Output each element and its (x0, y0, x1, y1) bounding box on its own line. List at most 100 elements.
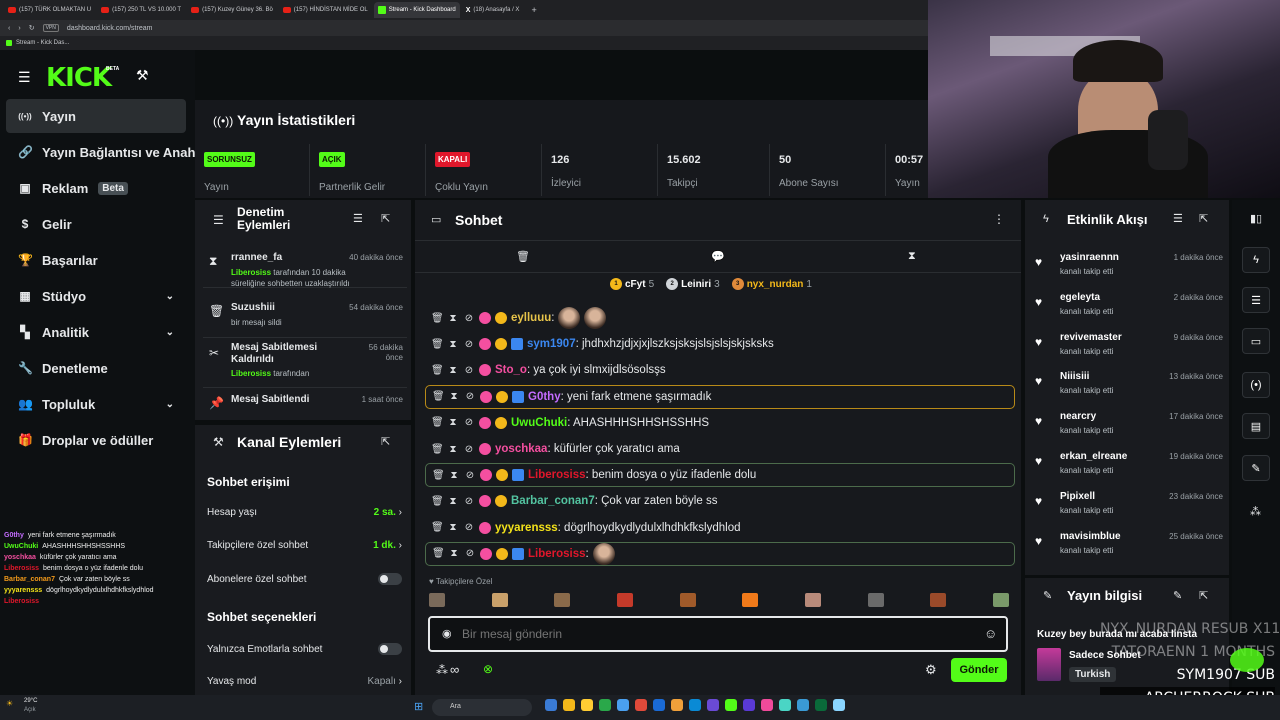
sidebar-item-7[interactable]: 🔧 Denetleme (6, 351, 186, 385)
chat-icon[interactable]: ▭ (1242, 328, 1270, 354)
ban-icon[interactable]: ⊘ (464, 470, 476, 481)
chat-username[interactable]: eylluuu (511, 312, 551, 324)
delete-message-icon[interactable]: 🗑 (431, 417, 444, 428)
taskbar-app-icon[interactable] (743, 699, 755, 711)
forward-icon[interactable]: › (18, 25, 20, 32)
edit-icon[interactable]: ✎ (1173, 589, 1182, 602)
chatter-avatar[interactable] (930, 593, 947, 607)
taskbar-app-icon[interactable] (707, 699, 719, 711)
chat-username[interactable]: yyyarensss (495, 522, 558, 534)
taskbar-app-icon[interactable] (779, 699, 791, 711)
share-icon[interactable]: ⁂ (436, 663, 448, 677)
delete-message-icon[interactable]: 🗑 (431, 496, 444, 507)
chatter-avatar[interactable] (554, 593, 571, 607)
chat-message[interactable]: 🗑 ⧗ ⊘ yoschkaa: küfürler çok yaratıcı ama (425, 437, 1015, 461)
emote-only-toggle[interactable] (378, 643, 402, 655)
chat-username[interactable]: sym1907 (527, 338, 576, 350)
chat-username[interactable]: yoschkaa (495, 443, 547, 455)
delete-message-icon[interactable]: 🗑 (432, 548, 445, 559)
address-bar[interactable]: ‹ › ↻ VPN dashboard.kick.com/stream (0, 20, 930, 36)
chatter-avatar[interactable] (616, 593, 633, 607)
chat-message[interactable]: 🗑 ⧗ ⊘ yyyarensss: dögrlhoydkydlydulxlhdhkfk… (425, 516, 1015, 540)
chat-message-input[interactable] (462, 624, 962, 644)
taskbar-app-icon[interactable] (833, 699, 845, 711)
activity-user[interactable]: mavisimblue (1060, 531, 1121, 542)
taskbar-app-icon[interactable] (725, 699, 737, 711)
popout-icon[interactable]: ⇱ (1199, 212, 1208, 225)
sidebar-item-8[interactable]: 👥 Topluluk ⌄ (6, 387, 186, 421)
chat-username[interactable]: Barbar_conan7 (511, 495, 595, 507)
timeout-icon[interactable]: ⧗ (447, 522, 459, 533)
filter-icon[interactable]: ☰ (353, 212, 363, 225)
timeout-icon[interactable]: ⧗ (447, 313, 459, 324)
chat-message[interactable]: 🗑 ⧗ ⊘ eylluuu: (425, 306, 1015, 330)
taskbar-app-icon[interactable] (563, 699, 575, 711)
slow-mode-setting[interactable]: Yavaş mod Kapalı › (207, 676, 402, 687)
url-text[interactable]: dashboard.kick.com/stream (67, 25, 153, 32)
send-button[interactable]: Gönder (951, 658, 1007, 682)
ban-icon[interactable]: ⊘ (463, 313, 475, 324)
taskbar-app-icon[interactable] (797, 699, 809, 711)
taskbar-app-icon[interactable] (581, 699, 593, 711)
chevron-down-icon[interactable]: ⌄ (166, 291, 174, 302)
sidebar-item-3[interactable]: $ Gelir (6, 207, 186, 241)
taskbar-app-icon[interactable] (671, 699, 683, 711)
taskbar-app-icon[interactable] (761, 699, 773, 711)
share-icon[interactable]: ⁂ (1250, 505, 1261, 518)
browser-tab[interactable]: (157) Kuzey Güney 36. Bö (187, 2, 277, 18)
ban-icon[interactable]: ⊘ (463, 444, 475, 455)
activity-user[interactable]: egeleyta (1060, 292, 1100, 303)
gear-icon[interactable]: ⚙ (925, 662, 937, 678)
activity-user[interactable]: erkan_elreane (1060, 451, 1127, 462)
infinity-icon[interactable]: ∞ (450, 662, 459, 677)
subs-only-toggle[interactable] (378, 573, 402, 585)
taskbar-app-icon[interactable] (689, 699, 701, 711)
list-icon[interactable]: ☰ (1242, 287, 1270, 313)
kick-circle-icon[interactable]: ⊗ (483, 662, 493, 676)
wrench-icon[interactable]: ✎ (1242, 455, 1270, 481)
browser-tab[interactable]: (157) TÜRK OLMAKTAN U (4, 2, 95, 18)
sidebar-item-9[interactable]: 🎁 Droplar ve ödüller (6, 423, 186, 457)
taskbar-app-icon[interactable] (617, 699, 629, 711)
chat-username[interactable]: G0thy (528, 391, 561, 403)
more-options-icon[interactable]: ⋮ (993, 212, 1005, 226)
delete-message-icon[interactable]: 🗑 (431, 339, 444, 350)
timeout-icon[interactable]: ⧗ (448, 548, 460, 559)
sidebar-item-1[interactable]: 🔗 Yayın Bağlantısı ve Anahtar (6, 135, 212, 169)
ban-icon[interactable]: ⊘ (463, 365, 475, 376)
weather-icon[interactable]: ☀ (6, 699, 13, 708)
lightning-icon[interactable]: ϟ (1242, 247, 1270, 273)
browser-tab[interactable]: (157) HİNDİSTAN MİDE OL (279, 2, 372, 18)
sidebar-item-0[interactable]: ((•)) Yayın (6, 99, 186, 133)
broadcast-icon[interactable]: (•) (1242, 372, 1270, 398)
timeout-icon[interactable]: ⧗ (447, 339, 459, 350)
windows-start-icon[interactable]: ⊞ (414, 700, 423, 713)
clipboard-icon[interactable]: ▤ (1242, 413, 1270, 439)
trash-icon[interactable]: 🗑 (516, 250, 530, 263)
taskbar-app-icon[interactable] (599, 699, 611, 711)
chatter-avatar[interactable] (804, 593, 821, 607)
delete-message-icon[interactable]: 🗑 (431, 313, 444, 324)
timeout-icon[interactable]: ⧗ (447, 496, 459, 507)
taskbar-app-icon[interactable] (653, 699, 665, 711)
sidebar-item-2[interactable]: ▣ Reklam Beta (6, 171, 186, 205)
chat-input-box[interactable]: ◉ ☺ (428, 616, 1008, 652)
ban-icon[interactable]: ⊘ (463, 496, 475, 507)
chat-username[interactable]: Sto_o (495, 364, 527, 376)
chat-username[interactable]: Liberosiss (528, 469, 586, 481)
activity-user[interactable]: revivemaster (1060, 332, 1122, 343)
chatter-avatar[interactable] (867, 593, 884, 607)
sidebar-item-5[interactable]: ▦ Stüdyo ⌄ (6, 279, 186, 313)
delete-message-icon[interactable]: 🗑 (431, 365, 444, 376)
popout-icon[interactable]: ⇱ (381, 212, 390, 225)
record-icon[interactable]: ◉ (442, 627, 452, 640)
reload-icon[interactable]: ↻ (29, 24, 35, 32)
kick-logo[interactable]: KICK (46, 63, 112, 93)
filter-icon[interactable]: ☰ (1173, 212, 1183, 225)
chat-message[interactable]: 🗑 ⧗ ⊘ Barbar_conan7: Çok var zaten böyle ss (425, 489, 1015, 513)
chatter-avatar[interactable] (679, 593, 696, 607)
ban-icon[interactable]: ⊘ (463, 339, 475, 350)
ban-icon[interactable]: ⊘ (464, 548, 476, 559)
menu-icon[interactable]: ☰ (18, 69, 31, 86)
timeout-icon[interactable]: ⧗ (448, 470, 460, 481)
